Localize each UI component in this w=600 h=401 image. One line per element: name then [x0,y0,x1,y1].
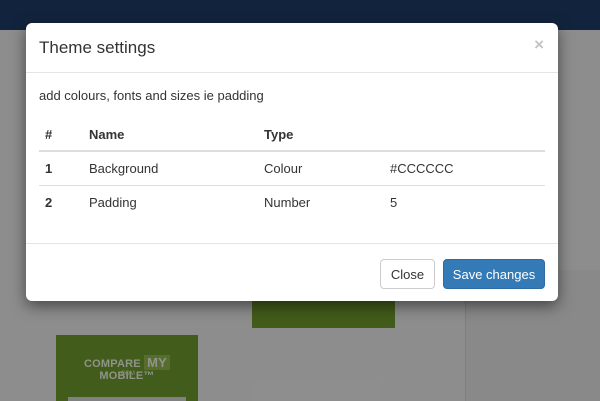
theme-settings-modal: Theme settings × add colours, fonts and … [26,23,558,301]
column-header-type: Type [264,118,390,152]
save-changes-button[interactable]: Save changes [443,259,545,289]
table-row: 2 Padding Number 5 [39,186,545,220]
modal-intro-text: add colours, fonts and sizes ie padding [39,88,264,103]
row-type: Number [264,195,311,210]
close-icon[interactable]: × [534,36,544,54]
modal-title: Theme settings [39,38,156,57]
table-row: 1 Background Colour #CCCCCC [39,151,545,186]
modal-footer: Close Save changes [26,244,558,301]
modal-body: add colours, fonts and sizes ie padding … [26,73,558,244]
column-header-number: # [39,118,89,152]
row-name: Padding [89,195,137,210]
row-number: 1 [39,151,89,186]
table-header-row: # Name Type [39,118,545,152]
close-button[interactable]: Close [380,259,435,289]
row-value: 5 [390,195,398,210]
column-header-name: Name [89,118,264,152]
modal-header: Theme settings × [26,23,558,73]
row-value: #CCCCCC [390,151,545,186]
row-name: Background [89,151,264,186]
row-type: Colour [264,151,390,186]
row-number: 2 [45,195,53,210]
settings-table: # Name Type 1 Background Colour #CCCCCC … [39,118,545,219]
column-header-value [390,118,545,152]
